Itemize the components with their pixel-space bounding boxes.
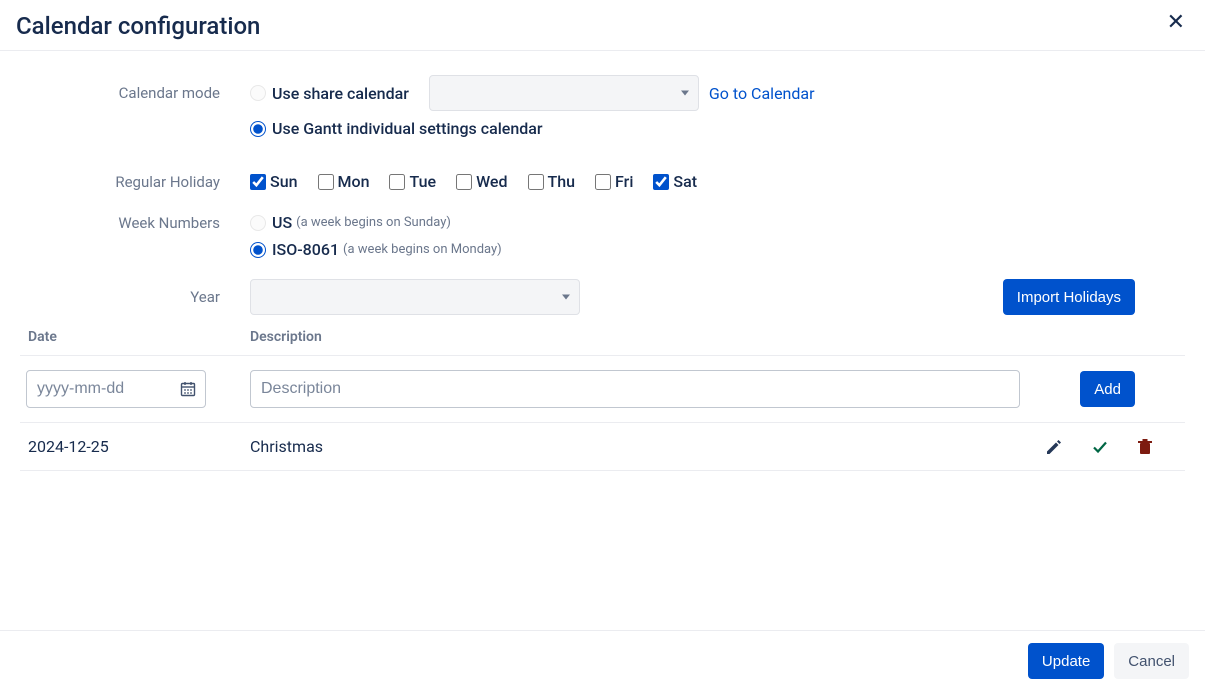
update-button[interactable]: Update (1028, 643, 1104, 679)
description-input[interactable] (250, 370, 1020, 408)
use-share-calendar-label: Use share calendar (272, 84, 409, 103)
week-iso-label: ISO-8061 (272, 240, 339, 259)
day-thu-checkbox[interactable]: Thu (528, 172, 576, 191)
day-wed-checkbox[interactable]: Wed (456, 172, 507, 191)
table-row: 2024-12-25 Christmas (20, 427, 1185, 466)
use-individual-calendar-radio[interactable]: Use Gantt individual settings calendar (250, 119, 543, 138)
column-date-header: Date (20, 329, 250, 345)
week-iso-hint: (a week begins on Monday) (343, 242, 502, 257)
check-icon[interactable] (1091, 438, 1109, 456)
day-sun-checkbox[interactable]: Sun (250, 172, 298, 191)
close-icon[interactable]: ✕ (1163, 12, 1189, 34)
calendar-mode-label: Calendar mode (20, 84, 250, 102)
week-us-hint: (a week begins on Sunday) (296, 215, 451, 230)
year-label: Year (20, 288, 250, 306)
add-button[interactable]: Add (1080, 371, 1135, 407)
go-to-calendar-link[interactable]: Go to Calendar (709, 84, 815, 103)
day-sat-checkbox[interactable]: Sat (653, 172, 697, 191)
week-iso-radio[interactable]: ISO-8061 (a week begins on Monday) (250, 240, 502, 259)
trash-icon[interactable] (1137, 438, 1153, 456)
week-us-label: US (272, 213, 292, 232)
day-fri-checkbox[interactable]: Fri (595, 172, 633, 191)
share-calendar-select[interactable] (429, 75, 699, 111)
regular-holiday-label: Regular Holiday (20, 173, 250, 191)
date-input[interactable] (26, 370, 206, 408)
day-tue-checkbox[interactable]: Tue (389, 172, 436, 191)
holiday-date: 2024-12-25 (20, 437, 250, 456)
dialog-title: Calendar configuration (16, 12, 260, 40)
week-numbers-label: Week Numbers (20, 214, 250, 232)
edit-icon[interactable] (1045, 438, 1063, 456)
import-holidays-button[interactable]: Import Holidays (1003, 279, 1135, 315)
week-us-radio[interactable]: US (a week begins on Sunday) (250, 213, 451, 232)
cancel-button[interactable]: Cancel (1114, 643, 1189, 679)
year-select[interactable] (250, 279, 580, 315)
day-mon-checkbox[interactable]: Mon (318, 172, 370, 191)
holiday-description: Christmas (250, 437, 1015, 456)
use-share-calendar-radio[interactable]: Use share calendar (250, 84, 409, 103)
column-description-header: Description (250, 329, 1035, 345)
use-individual-calendar-label: Use Gantt individual settings calendar (272, 119, 543, 138)
